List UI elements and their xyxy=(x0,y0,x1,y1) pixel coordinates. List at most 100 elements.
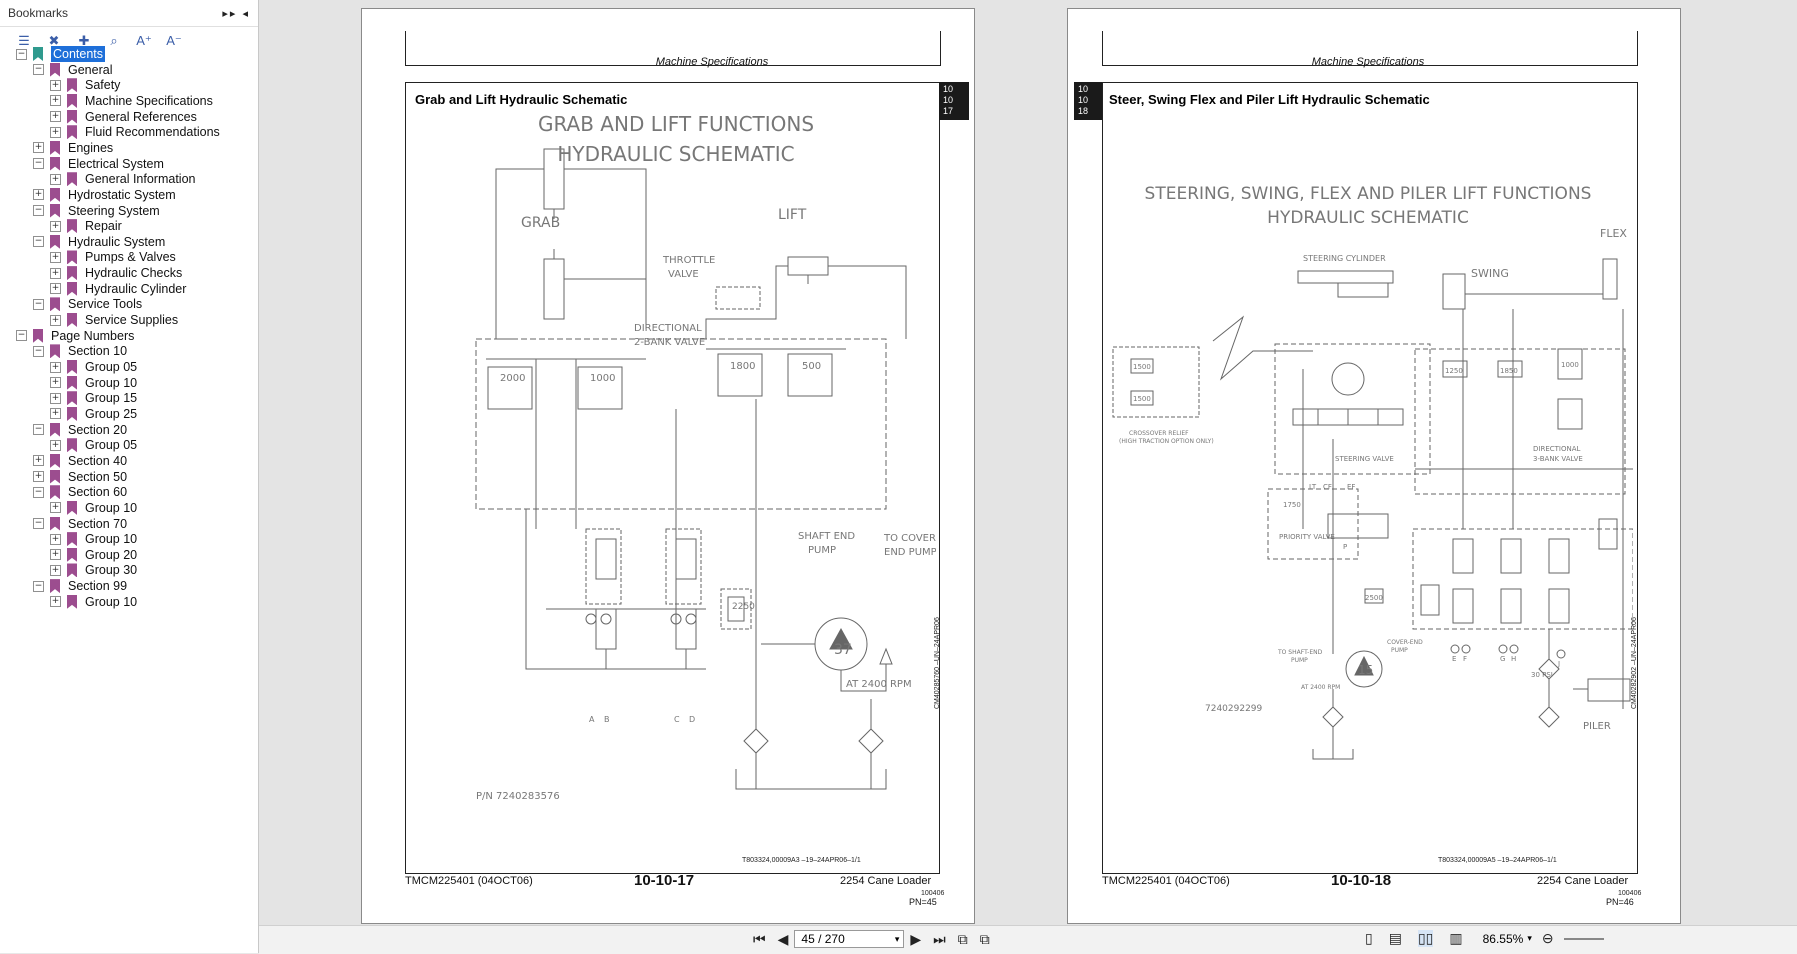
zoom-slider[interactable] xyxy=(1563,937,1604,940)
expand-icon[interactable]: + xyxy=(50,377,61,389)
label-1000: 1000 xyxy=(590,373,615,384)
label-piler: PILER xyxy=(1583,721,1611,732)
collapse-icon[interactable]: − xyxy=(33,298,44,310)
bookmark-label: Page Numbers xyxy=(51,328,135,343)
page-header: Machine Specifications xyxy=(1311,56,1425,68)
label-500: 500 xyxy=(802,361,821,372)
document-viewer[interactable]: Machine Specifications Grab and Lift Hyd… xyxy=(259,0,1797,925)
page-number-value: 45 / 270 xyxy=(801,932,845,946)
tab-line: 10 xyxy=(943,95,954,105)
bookmark-icon xyxy=(50,516,60,531)
bookmark-icon xyxy=(50,579,60,594)
expand-icon[interactable]: + xyxy=(50,126,61,138)
bookmark-label: Group 10 xyxy=(85,532,138,547)
find-bookmark-icon[interactable]: ⌕ xyxy=(104,31,124,51)
zoom-value[interactable]: 86.55% xyxy=(1483,932,1524,946)
label-2500: 2500 xyxy=(1365,594,1383,602)
bookmark-icon xyxy=(50,469,60,484)
bookmark-icon xyxy=(67,375,77,390)
bookmarks-title: Bookmarks xyxy=(8,6,69,20)
expand-icon[interactable]: + xyxy=(33,471,44,483)
label-high-traction: (HIGH TRACTION OPTION ONLY) xyxy=(1119,438,1214,445)
bookmark-label: Pumps & Valves xyxy=(85,250,176,265)
collapse-icon[interactable]: − xyxy=(33,345,44,357)
schematic-title-1: STEERING, SWING, FLEX AND PILER LIFT FUN… xyxy=(1145,184,1592,204)
label-to-shaft-end: TO SHAFT-END xyxy=(1277,649,1323,656)
page-number-field[interactable]: 45 / 270 ▾ xyxy=(794,930,905,948)
two-page-continuous-icon[interactable]: ▥ xyxy=(1449,930,1462,947)
expand-icon[interactable]: + xyxy=(50,392,61,404)
increase-text-icon[interactable]: A⁺ xyxy=(134,31,154,51)
last-page-icon[interactable]: ⏭ xyxy=(933,931,946,948)
bookmark-label: Section 50 xyxy=(68,469,128,484)
bookmark-icon xyxy=(67,281,77,296)
collapse-icon[interactable]: − xyxy=(16,330,27,342)
bookmark-label: General Information xyxy=(85,172,196,187)
zoom-dropdown-icon[interactable]: ▾ xyxy=(1527,933,1532,944)
expand-icon[interactable]: + xyxy=(33,142,44,154)
schematic-title-2: HYDRAULIC SCHEMATIC xyxy=(1267,208,1469,228)
collapse-icon[interactable]: − xyxy=(33,486,44,498)
label-1850: 1850 xyxy=(1500,367,1518,375)
expand-icon[interactable]: + xyxy=(50,596,61,608)
expand-icon[interactable]: + xyxy=(50,408,61,420)
label-end-pump: END PUMP xyxy=(884,547,936,558)
chevron-down-icon[interactable]: ▾ xyxy=(895,934,900,945)
expand-icon[interactable]: + xyxy=(50,549,61,561)
port-h: H xyxy=(1511,655,1516,663)
two-page-icon[interactable]: ▯▯ xyxy=(1417,930,1434,947)
side-code: CM40282902 –UN–24APR06 xyxy=(1631,617,1638,709)
first-page-icon[interactable]: ⏮ xyxy=(753,931,766,948)
model-name: 2254 Cane Loader xyxy=(1537,875,1629,887)
expand-icon[interactable]: + xyxy=(50,361,61,373)
expand-icon[interactable]: + xyxy=(50,220,61,232)
expand-icon[interactable]: + xyxy=(50,173,61,185)
bookmark-icon xyxy=(67,250,77,265)
collapse-icon[interactable]: − xyxy=(16,48,27,60)
navigation-bar: ⏮ ◀ 45 / 270 ▾ ▶ ⏭ ⧉ ⧉ ▯ ▤ ▯▯ ▥ 86.55% ▾… xyxy=(259,925,1797,954)
expand-icon[interactable]: + xyxy=(50,267,61,279)
panel-controls[interactable]: ▸▸ ◂ xyxy=(222,7,250,20)
label-rpm: AT 2400 RPM xyxy=(1301,684,1340,691)
page-title: Steer, Swing Flex and Piler Lift Hydraul… xyxy=(1109,92,1430,107)
collapse-icon[interactable]: − xyxy=(33,205,44,216)
expand-icon[interactable]: + xyxy=(50,314,61,326)
continuous-icon[interactable]: ▤ xyxy=(1389,930,1402,947)
tab-line: 17 xyxy=(943,106,954,116)
collapse-icon[interactable]: − xyxy=(33,158,44,170)
previous-view-icon[interactable]: ⧉ xyxy=(958,931,968,948)
bookmark-icon xyxy=(33,47,43,61)
single-page-icon[interactable]: ▯ xyxy=(1365,930,1373,947)
port-b: B xyxy=(604,715,610,724)
next-page-icon[interactable]: ▶ xyxy=(910,931,921,948)
expand-icon[interactable]: + xyxy=(50,251,61,263)
zoom-out-icon[interactable]: ⊖ xyxy=(1542,930,1554,947)
previous-page-icon[interactable]: ◀ xyxy=(778,931,789,948)
bookmark-item[interactable]: + Group 10 xyxy=(50,593,137,611)
expand-icon[interactable]: + xyxy=(50,439,61,451)
expand-icon[interactable]: + xyxy=(50,533,61,545)
bookmark-label: Section 20 xyxy=(68,422,128,437)
collapse-icon[interactable]: − xyxy=(33,518,44,529)
next-view-icon[interactable]: ⧉ xyxy=(980,931,990,948)
expand-icon[interactable]: + xyxy=(50,283,61,295)
expand-icon[interactable]: + xyxy=(50,95,61,107)
expand-icon[interactable]: + xyxy=(33,455,44,467)
port-cf: CF xyxy=(1323,483,1332,491)
label-to-cover: TO COVER xyxy=(883,533,936,544)
bookmark-label: Group 15 xyxy=(85,391,138,406)
collapse-icon[interactable]: − xyxy=(33,236,44,248)
bookmark-icon xyxy=(50,140,60,155)
collapse-icon[interactable]: − xyxy=(33,424,44,436)
expand-icon[interactable]: + xyxy=(50,502,61,514)
expand-icon[interactable]: + xyxy=(50,564,61,576)
decrease-text-icon[interactable]: A⁻ xyxy=(164,31,184,51)
expand-icon[interactable]: + xyxy=(50,79,61,91)
collapse-icon[interactable]: − xyxy=(33,580,44,592)
bookmark-label: General xyxy=(68,62,113,77)
expand-icon[interactable]: + xyxy=(33,189,44,201)
label-bank-valve: 3-BANK VALVE xyxy=(1533,455,1583,463)
collapse-icon[interactable]: − xyxy=(33,64,44,76)
label-steering-cylinder: STEERING CYLINDER xyxy=(1303,254,1386,263)
expand-icon[interactable]: + xyxy=(50,111,61,123)
